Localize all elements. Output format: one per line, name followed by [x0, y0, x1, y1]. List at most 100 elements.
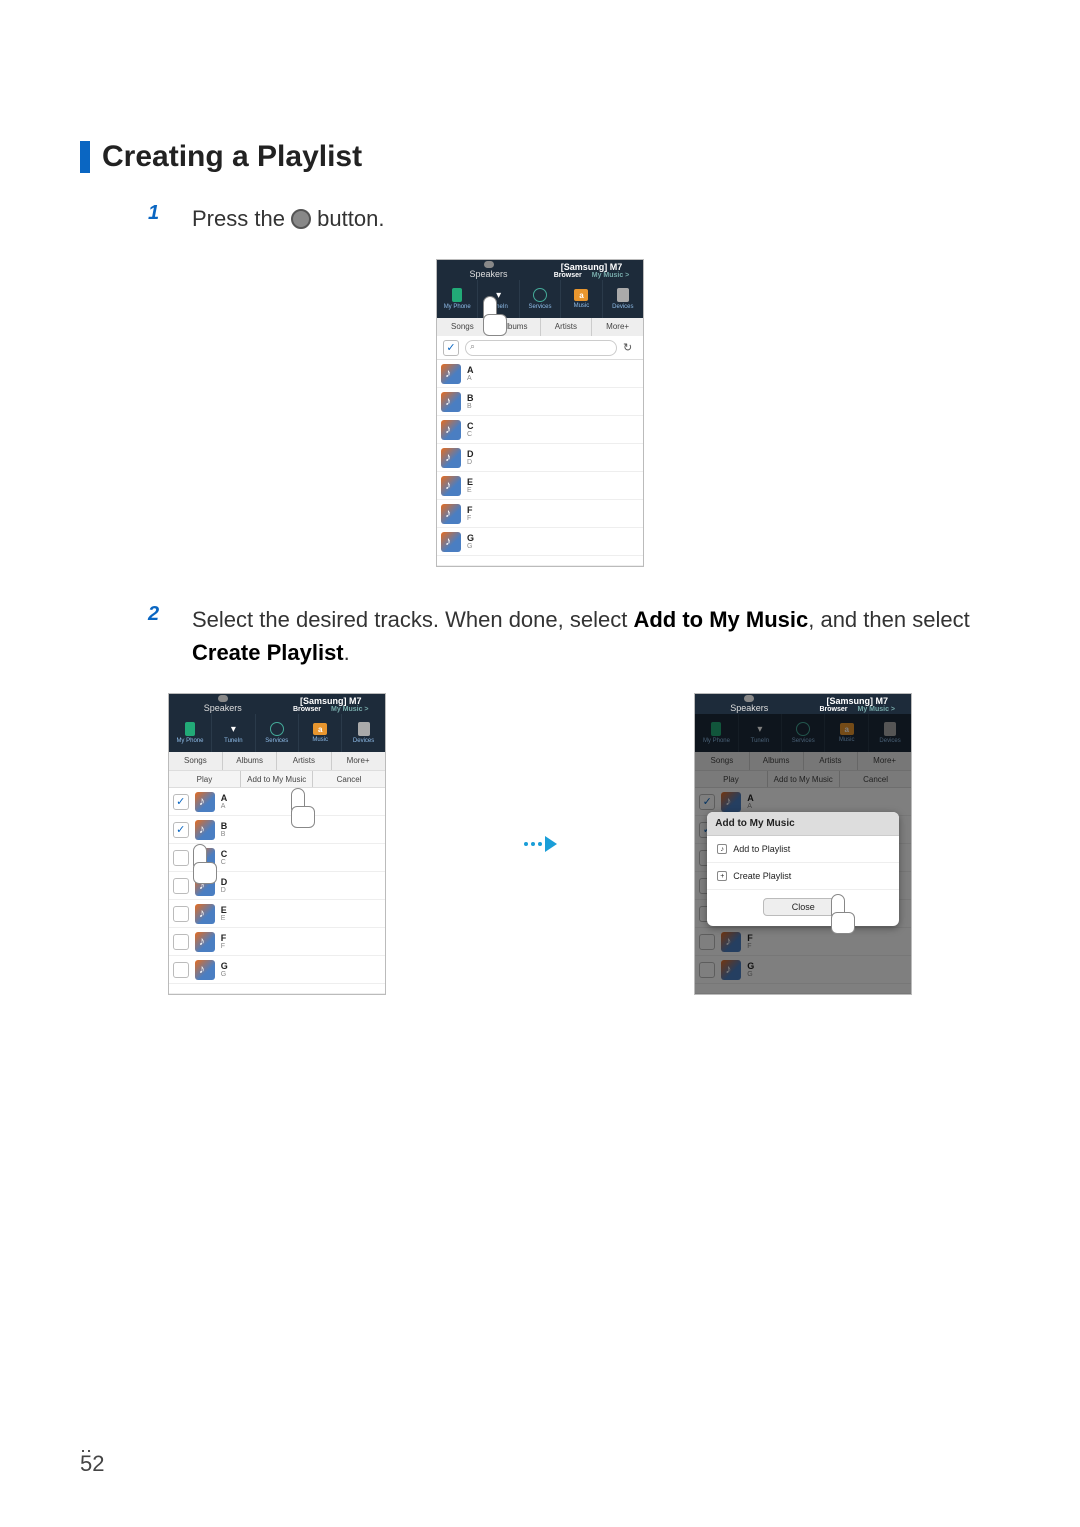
- track-checkbox[interactable]: [173, 878, 189, 894]
- source-devices-label: Devices: [612, 304, 633, 310]
- speakers-tab[interactable]: Speakers: [695, 695, 803, 713]
- source-tunein[interactable]: ▾TuneIn: [212, 714, 255, 752]
- mymusic-tab[interactable]: My Music >: [857, 706, 895, 713]
- song-row[interactable]: CC: [437, 416, 643, 444]
- playlist-add-icon: ♪: [717, 844, 727, 854]
- step-1: 1 Press the button.: [148, 202, 1000, 235]
- album-art-icon: [441, 448, 461, 468]
- song-row[interactable]: GG: [437, 528, 643, 556]
- source-music-label: Music: [574, 303, 590, 309]
- song-artist: E: [221, 915, 227, 922]
- phone-icon: [452, 288, 462, 302]
- track-checkbox[interactable]: [173, 906, 189, 922]
- song-title: A: [221, 794, 228, 803]
- speakers-label: Speakers: [204, 703, 242, 713]
- song-row[interactable]: BB: [437, 388, 643, 416]
- step-2-number: 2: [148, 603, 172, 669]
- source-tunein-label: TuneIn: [489, 304, 507, 310]
- speaker-icon: [484, 261, 494, 268]
- tab-artists[interactable]: Artists: [541, 318, 593, 336]
- step-1-text-after: button.: [317, 206, 384, 231]
- speakers-tab[interactable]: Speakers: [437, 261, 540, 279]
- popup-item-add-label: Add to Playlist: [733, 844, 790, 854]
- title-center: [Samsung] M7 Browser My Music >: [277, 696, 385, 713]
- action-cancel[interactable]: Cancel: [313, 771, 384, 787]
- tab-more[interactable]: More+: [592, 318, 643, 336]
- device-title: [Samsung] M7: [803, 696, 911, 706]
- tab-songs[interactable]: Songs: [437, 318, 489, 336]
- track-checkbox[interactable]: ✓: [173, 822, 189, 838]
- tab-more[interactable]: More+: [332, 752, 385, 770]
- source-tunein[interactable]: ▾TuneIn: [478, 280, 519, 318]
- truncated-row: [437, 556, 643, 566]
- search-input[interactable]: [465, 340, 617, 356]
- song-artist: B: [467, 403, 474, 410]
- track-checkbox[interactable]: ✓: [173, 794, 189, 810]
- check-icon: ✓: [176, 823, 185, 836]
- tab-artists[interactable]: Artists: [277, 752, 331, 770]
- song-artist: F: [221, 943, 227, 950]
- popup-item-create-label: Create Playlist: [733, 871, 791, 881]
- song-title: F: [467, 506, 473, 515]
- source-myphone[interactable]: My Phone: [437, 280, 478, 318]
- action-add-to-my-music[interactable]: Add to My Music: [241, 771, 313, 787]
- album-art-icon: [195, 848, 215, 868]
- tab-albums[interactable]: Albums: [223, 752, 277, 770]
- song-row[interactable]: DD: [437, 444, 643, 472]
- refresh-button[interactable]: ↻: [623, 341, 637, 355]
- select-all-checkbox[interactable]: ✓: [443, 340, 459, 356]
- speakers-label: Speakers: [469, 269, 507, 279]
- topbar: Speakers [Samsung] M7 Browser My Music >: [169, 694, 385, 714]
- page-number: 52: [80, 1442, 104, 1477]
- album-art-icon: [195, 820, 215, 840]
- song-row[interactable]: ✓BB: [169, 816, 385, 844]
- album-art-icon: [441, 532, 461, 552]
- song-row[interactable]: DD: [169, 872, 385, 900]
- song-artist: D: [221, 887, 228, 894]
- source-devices[interactable]: Devices: [603, 280, 643, 318]
- track-checkbox[interactable]: [173, 934, 189, 950]
- device-title: [Samsung] M7: [277, 696, 385, 706]
- browser-tab[interactable]: Browser: [554, 272, 582, 279]
- popup-item-add-to-playlist[interactable]: ♪ Add to Playlist: [707, 836, 899, 863]
- source-services[interactable]: Services: [256, 714, 299, 752]
- flow-arrow-icon: [524, 836, 557, 852]
- browser-tab[interactable]: Browser: [819, 706, 847, 713]
- source-devices[interactable]: Devices: [342, 714, 384, 752]
- mymusic-tab[interactable]: My Music >: [592, 272, 630, 279]
- song-row[interactable]: ✓AA: [169, 788, 385, 816]
- truncated-row: [169, 984, 385, 994]
- phone-mock-2: Speakers [Samsung] M7 BrowserMy Music > …: [168, 693, 386, 995]
- popup-item-create-playlist[interactable]: + Create Playlist: [707, 863, 899, 890]
- song-row[interactable]: AA: [437, 360, 643, 388]
- source-music[interactable]: aMusic: [561, 280, 602, 318]
- action-play[interactable]: Play: [169, 771, 241, 787]
- song-row[interactable]: FF: [169, 928, 385, 956]
- song-row[interactable]: EE: [437, 472, 643, 500]
- track-checkbox[interactable]: [173, 962, 189, 978]
- song-row[interactable]: CC: [169, 844, 385, 872]
- song-row[interactable]: FF: [437, 500, 643, 528]
- album-art-icon: [441, 364, 461, 384]
- tab-albums[interactable]: Albums: [489, 318, 541, 336]
- popup-close-button[interactable]: Close: [763, 898, 843, 916]
- category-tabs: Songs Albums Artists More+: [169, 752, 385, 770]
- song-title: C: [221, 850, 228, 859]
- song-row[interactable]: EE: [169, 900, 385, 928]
- refresh-icon: ↻: [623, 342, 632, 354]
- mymusic-tab[interactable]: My Music >: [331, 706, 369, 713]
- album-art-icon: [195, 876, 215, 896]
- circle-button-icon: [291, 209, 311, 229]
- track-checkbox[interactable]: [173, 850, 189, 866]
- amazon-music-icon: a: [313, 723, 327, 735]
- source-music[interactable]: aMusic: [299, 714, 342, 752]
- source-services-label: Services: [265, 738, 288, 744]
- speakers-tab[interactable]: Speakers: [169, 695, 277, 713]
- tab-songs[interactable]: Songs: [169, 752, 223, 770]
- song-row[interactable]: GG: [169, 956, 385, 984]
- browser-tab[interactable]: Browser: [293, 706, 321, 713]
- song-artist: B: [221, 831, 228, 838]
- source-myphone[interactable]: My Phone: [169, 714, 212, 752]
- check-icon: ✓: [446, 341, 455, 354]
- source-services[interactable]: Services: [520, 280, 561, 318]
